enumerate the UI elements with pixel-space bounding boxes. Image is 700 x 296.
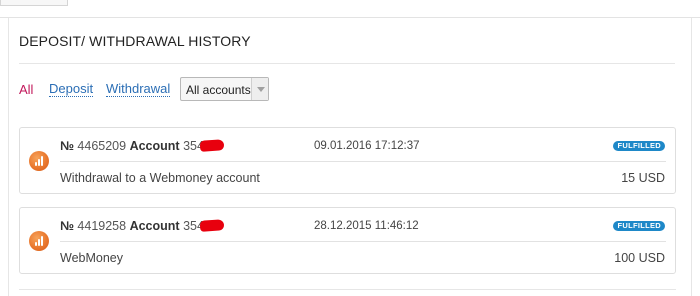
transaction-date: 09.01.2016 17:12:37 — [314, 140, 420, 152]
title-divider — [19, 63, 675, 64]
transaction-number: 4419258 — [77, 219, 127, 233]
accounts-select-value: All accounts — [186, 83, 251, 97]
redaction-mark — [199, 139, 225, 152]
transaction-number-prefix: № — [60, 219, 74, 233]
transaction-date: 28.12.2015 11:46:12 — [314, 220, 419, 232]
redaction-mark — [199, 219, 225, 232]
chevron-down-icon[interactable] — [251, 78, 268, 100]
chart-bars-icon — [29, 231, 49, 251]
accounts-select[interactable]: All accounts — [180, 77, 269, 101]
transaction-amount: 15 USD — [621, 171, 665, 185]
top-bar — [0, 0, 700, 18]
account-label: Account — [129, 219, 180, 233]
transaction-card: № 4465209 Account 354 09.01.2016 17:12:3… — [19, 127, 676, 194]
transaction-card: № 4419258 Account 354 28.12.2015 11:46:1… — [19, 207, 676, 274]
filter-all[interactable]: All — [19, 82, 33, 97]
card-divider — [60, 241, 666, 242]
transaction-header: № 4465209 Account 354 — [60, 139, 225, 153]
filter-withdrawal[interactable]: Withdrawal — [106, 82, 171, 97]
transaction-number-prefix: № — [60, 139, 74, 153]
transaction-amount: 100 USD — [614, 251, 665, 265]
chart-bars-icon — [29, 151, 49, 171]
bottom-divider — [19, 289, 676, 290]
card-divider — [60, 161, 666, 162]
top-tab[interactable] — [0, 0, 68, 6]
account-label: Account — [129, 139, 180, 153]
transaction-header: № 4419258 Account 354 — [60, 219, 225, 233]
transaction-description: Withdrawal to a Webmoney account — [60, 171, 260, 185]
page-title: DEPOSIT/ WITHDRAWAL HISTORY — [19, 33, 251, 49]
status-badge: FULFILLED — [613, 221, 665, 231]
transaction-description: WebMoney — [60, 251, 123, 265]
status-badge: FULFILLED — [613, 141, 665, 151]
transaction-number: 4465209 — [77, 139, 127, 153]
filter-deposit[interactable]: Deposit — [49, 82, 94, 97]
